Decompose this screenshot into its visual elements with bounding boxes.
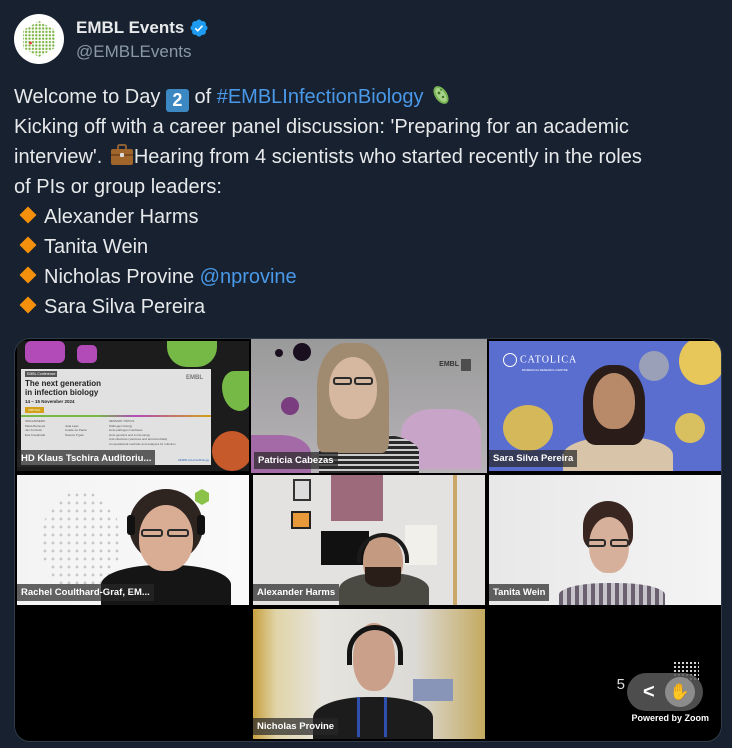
decor-pattern-circle — [675, 413, 705, 443]
person-body — [559, 583, 665, 605]
decor-circle — [281, 397, 299, 415]
tweet-media-image[interactable]: EMBL Conference The next generation in in… — [14, 338, 722, 742]
lanyard — [357, 697, 387, 737]
video-tile-slide[interactable]: EMBL Conference The next generation in in… — [17, 341, 249, 471]
topics-list: SESSION TOPICS Pathogen biology Host-pat… — [109, 419, 176, 446]
video-tile[interactable]: Nicholas Provine — [253, 609, 485, 739]
keycap-2-emoji: 2 — [165, 89, 189, 112]
video-tile[interactable]: Alexander Harms — [253, 475, 485, 605]
wall-frame — [291, 511, 311, 529]
decor-gear — [212, 431, 249, 471]
speaker-name: Alexander Harms — [44, 206, 199, 228]
participant-name: Tanita Wein — [489, 584, 550, 601]
text: interview'. — [14, 146, 108, 168]
mention-link[interactable]: @nprovine — [200, 266, 297, 288]
video-tile-active-speaker[interactable]: EMBL Patricia Cabezas — [251, 339, 487, 473]
video-tile[interactable]: CATOLICA BIOMEDICAL RESEARCH CENTRE Sara… — [489, 341, 721, 471]
speaker-name: Tanita Wein — [44, 236, 149, 258]
embl-logo: EMBL — [439, 361, 459, 368]
glasses — [610, 539, 629, 547]
glasses — [354, 377, 373, 385]
video-tile[interactable]: Rachel Coulthard-Graf, EM... — [17, 475, 249, 605]
raise-hand-icon[interactable]: ✋ — [664, 677, 695, 707]
divider — [21, 415, 211, 417]
speaker-item: Sara Silva Pereira — [14, 292, 724, 322]
tweet-body: Welcome to Day 2 of #EMBLInfectionBiolog… — [14, 82, 724, 322]
participant-name: Patricia Cabezas — [254, 452, 338, 469]
decor-pattern-circle — [503, 405, 553, 451]
text: of — [188, 86, 217, 108]
tweet-line-1: Welcome to Day 2 of #EMBLInfectionBiolog… — [14, 82, 724, 112]
text: Hearing from 4 scientists who started re… — [133, 146, 642, 168]
door-frame — [453, 475, 457, 605]
decor-circle — [275, 349, 283, 357]
decor-shape — [25, 341, 65, 363]
decor-pattern-circle — [679, 341, 721, 385]
decor-circle — [293, 343, 311, 361]
embl-hexagon-icon — [461, 359, 471, 371]
tweet-line-4: of PIs or group leaders: — [14, 176, 222, 198]
verified-badge-icon — [190, 19, 208, 37]
slide-title: The next generation in infection biology — [25, 379, 102, 397]
speaker-name: Sara Silva Pereira — [44, 296, 206, 318]
slide-dates: 14 – 15 November 2024 — [25, 399, 75, 404]
person-face — [139, 505, 193, 571]
orange-diamond-icon — [19, 236, 37, 254]
decor-shape — [77, 345, 97, 363]
wall-frame — [293, 479, 311, 501]
embl-hexagon-logo-icon — [23, 21, 55, 57]
participant-name: Nicholas Provine — [253, 718, 339, 735]
microbe-icon — [433, 86, 449, 104]
hashtag-link[interactable]: #EMBLInfectionBiology — [217, 86, 424, 108]
participant-name: Rachel Coulthard-Graf, EM... — [17, 584, 154, 601]
decor-pattern-circle — [639, 351, 669, 381]
speaker-item: Nicholas Provine @nprovine — [14, 262, 724, 292]
slide-badge: VIRTUAL — [25, 407, 44, 413]
tweet-line-3: interview'. Hearing from 4 scientists wh… — [14, 142, 724, 172]
boxes — [405, 525, 437, 565]
organisers-list-2: Julia Laas Lisette de Paula Nassos Typas — [65, 423, 87, 437]
handle[interactable]: @EMBLEvents — [76, 42, 209, 62]
glasses — [141, 529, 163, 537]
glasses — [167, 529, 189, 537]
speaker-name: Nicholas Provine — [44, 266, 195, 288]
slide-hashtag: #EMBLinfectionBiology — [178, 458, 209, 462]
reactions-control[interactable]: < ✋ — [627, 673, 703, 711]
tweet-header: EMBL Events @EMBLEvents — [14, 14, 209, 64]
partial-logo-text: 5 — [616, 676, 625, 693]
text: Welcome to Day — [14, 86, 166, 108]
catolica-subtitle: BIOMEDICAL RESEARCH CENTRE — [522, 368, 568, 372]
slide-tag: EMBL Conference — [25, 371, 58, 377]
catolica-logo: CATOLICA — [503, 353, 577, 367]
person-face — [329, 357, 377, 419]
orange-diamond-icon — [19, 266, 37, 284]
embl-logo: EMBL — [186, 375, 203, 381]
chevron-left-icon[interactable]: < — [643, 681, 655, 704]
orange-diamond-icon — [19, 206, 37, 224]
person-face — [593, 373, 635, 429]
glasses — [587, 539, 606, 547]
glasses — [333, 377, 352, 385]
powered-by-zoom: Powered by Zoom — [631, 713, 709, 723]
speaker-item: Tanita Wein — [14, 232, 724, 262]
background-object — [413, 679, 453, 701]
beard — [365, 567, 401, 587]
avatar[interactable] — [14, 14, 64, 64]
headphone — [197, 515, 205, 535]
speaker-item: Alexander Harms — [14, 202, 724, 232]
participant-name: HD Klaus Tschira Auditoriu... — [17, 450, 156, 467]
display-name[interactable]: EMBL Events — [76, 18, 184, 38]
wall-poster — [331, 475, 383, 521]
organisers-list: ORGANISERS Maria Borisova Jan Kozinski E… — [25, 419, 46, 437]
video-tile[interactable]: Tanita Wein — [489, 475, 721, 605]
headphone — [127, 515, 135, 535]
participant-name: Alexander Harms — [253, 584, 340, 601]
orange-diamond-icon — [19, 296, 37, 314]
participant-name: Sara Silva Pereira — [489, 450, 578, 467]
briefcase-icon — [110, 144, 133, 165]
tweet-line-2: Kicking off with a career panel discussi… — [14, 116, 629, 138]
